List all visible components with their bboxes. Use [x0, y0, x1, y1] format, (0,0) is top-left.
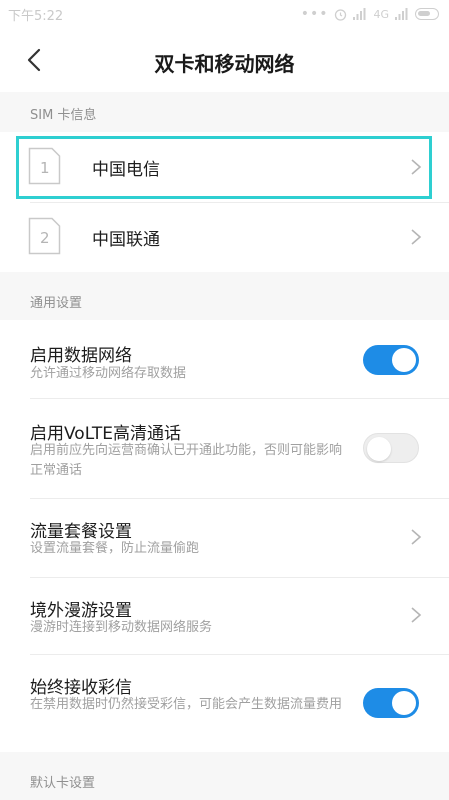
page-title: 双卡和移动网络 [154, 52, 295, 76]
volte-toggle[interactable] [363, 433, 419, 463]
chevron-right-icon [411, 229, 422, 245]
toggle-knob [367, 437, 391, 461]
setting-data-plan[interactable]: 流量套餐设置 设置流量套餐，防止流量偷跑 [0, 499, 449, 577]
status-bar: 下午5:22 ••• 4G [0, 0, 449, 28]
sim-section-label: SIM 卡信息 [30, 108, 97, 123]
setting-description: 设置流量套餐，防止流量偷跑 [30, 541, 200, 556]
status-icons: ••• 4G [301, 4, 439, 24]
setting-mms[interactable]: 始终接收彩信 在禁用数据时仍然接受彩信，可能会产生数据流量费用 [0, 655, 449, 752]
setting-volte[interactable]: 启用VoLTE高清通话 启用前应先向运营商确认已开通此功能，否则可能影响正常通话 [0, 399, 449, 497]
notification-dots-icon: ••• [300, 6, 329, 22]
sim-carrier-name: 中国联通 [92, 230, 160, 250]
toggle-knob [392, 691, 416, 715]
general-section-label: 通用设置 [30, 296, 83, 311]
chevron-right-icon [411, 529, 422, 545]
setting-description: 在禁用数据时仍然接受彩信，可能会产生数据流量费用 [30, 697, 343, 712]
signal-icon [353, 8, 366, 20]
mms-toggle[interactable] [363, 688, 419, 718]
toggle-knob [392, 348, 416, 372]
setting-description: 漫游时连接到移动数据网络服务 [30, 620, 213, 635]
setting-title: 启用数据网络 [30, 346, 132, 366]
default-section-label: 默认卡设置 [30, 776, 96, 791]
network-type: 4G [373, 7, 389, 21]
chevron-right-icon [411, 607, 422, 623]
sim-card-row-2[interactable]: 2 中国联通 [0, 203, 449, 271]
data-network-toggle[interactable] [363, 345, 419, 375]
status-time: 下午5:22 [8, 9, 64, 24]
setting-description: 允许通过移动网络存取数据 [30, 366, 187, 381]
general-section-header: 通用设置 [0, 272, 449, 320]
setting-enable-data[interactable]: 启用数据网络 允许通过移动网络存取数据 [0, 321, 449, 397]
setting-description: 启用前应先向运营商确认已开通此功能，否则可能影响正常通话 [30, 443, 343, 478]
sim-slot-number: 2 [40, 229, 50, 247]
sim-section-header: SIM 卡信息 [0, 92, 449, 132]
selection-highlight [16, 136, 432, 199]
signal-icon-2 [395, 8, 408, 20]
default-section-header: 默认卡设置 [0, 752, 449, 800]
alarm-icon [335, 8, 347, 21]
battery-icon [415, 8, 439, 20]
header: 双卡和移动网络 [0, 28, 449, 92]
setting-roaming[interactable]: 境外漫游设置 漫游时连接到移动数据网络服务 [0, 578, 449, 654]
